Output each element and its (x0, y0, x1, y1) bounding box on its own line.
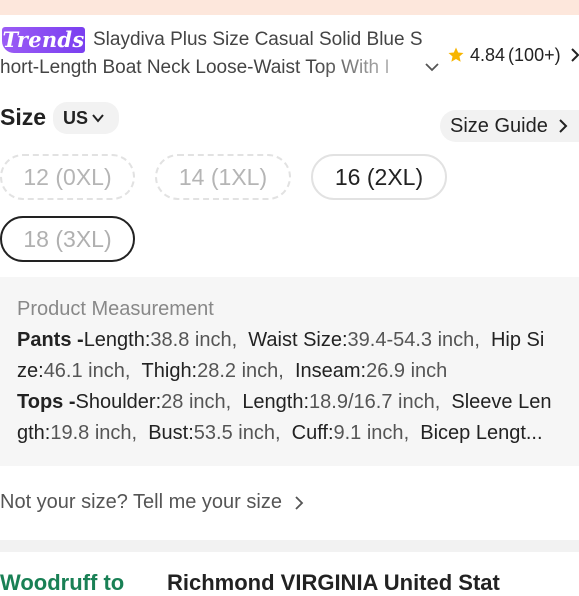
chevron-down-icon (92, 114, 104, 123)
size-option-18-3xl[interactable]: 18 (3XL) (0, 216, 135, 262)
measure-value: 18.9/16.7 inch (309, 391, 435, 413)
product-title-line-1: Slaydiva Plus Size Casual Solid Blue S (93, 29, 423, 50)
tops-label: Tops - (17, 391, 76, 413)
rating[interactable]: 4.84 (100+) (447, 44, 561, 66)
measure-key: Bicep Lengt... (420, 422, 543, 444)
measure-key: Sleeve Len (451, 391, 552, 413)
measure-key: Inseam: (294, 360, 367, 382)
measurement-line-4: gth:19.8 inch, Bust:53.5 inch, Cuff:9.1 … (17, 422, 543, 444)
measurement-line-3: Tops -Shoulder:28 inch, Length:18.9/16.7… (17, 391, 552, 413)
measure-value: 46.1 inch (43, 360, 125, 382)
chevron-right-icon (559, 119, 568, 133)
measure-key: Cuff: (291, 422, 334, 444)
measure-key: Thigh: (141, 360, 198, 382)
measurement-line-1: Pants -Length:38.8 inch, Waist Size:39.4… (17, 329, 545, 351)
measurement-title: Product Measurement (17, 298, 214, 320)
measure-key: Shoulder: (75, 391, 162, 413)
size-unit-value: US (63, 107, 89, 128)
section-divider (0, 540, 579, 552)
size-unit-select[interactable]: US (53, 102, 119, 134)
size-guide-label: Size Guide (450, 114, 548, 137)
measure-key: ze: (17, 360, 44, 382)
measurement-line-2: ze:46.1 inch, Thigh:28.2 inch, Inseam:26… (17, 360, 448, 382)
size-option-label: 18 (3XL) (23, 225, 112, 252)
measure-value: 53.5 inch (193, 422, 275, 444)
measure-value: 19.8 inch (50, 422, 132, 444)
size-guide-button[interactable]: Size Guide (440, 110, 579, 142)
measure-value: 38.8 inch (150, 329, 232, 351)
not-your-size-link[interactable]: Not your size? Tell me your size (0, 491, 304, 514)
measure-key: Waist Size: (248, 329, 348, 351)
measure-value: 26.9 inch (366, 360, 448, 382)
measure-key: Hip Si (490, 329, 545, 351)
size-option-label: 14 (1XL) (178, 163, 268, 190)
size-option-label: 12 (0XL) (23, 163, 112, 190)
pants-label: Pants - (17, 329, 84, 351)
size-label: Size (0, 104, 47, 130)
rating-score: 4.84 (470, 44, 506, 65)
top-banner-strip (0, 0, 579, 15)
measure-key: gth: (17, 422, 51, 444)
chevron-right-icon (295, 495, 304, 510)
star-icon (448, 47, 464, 62)
shipping-origin-cut: Woodruff to (0, 570, 125, 595)
measure-key: Bust: (148, 422, 194, 444)
size-option-16-2xl[interactable]: 16 (2XL) (311, 154, 447, 200)
expand-chevron-icon[interactable] (423, 58, 441, 76)
product-title-area[interactable]: Trends Slaydiva Plus Size Casual Solid B… (0, 26, 444, 82)
product-measurement-card: Product Measurement Pants -Length:38.8 i… (0, 277, 579, 466)
measure-key: Length: (242, 391, 310, 413)
measure-value: 39.4-54.3 inch (347, 329, 475, 351)
review-count: (100+) (508, 44, 561, 65)
product-title-line-2: hort-Length Boat Neck Loose-Waist Top Wi… (0, 57, 390, 78)
measure-value: 9.1 inch (333, 422, 404, 444)
chevron-right-icon[interactable] (568, 45, 579, 65)
measure-value: 28 inch (161, 391, 226, 413)
trends-badge: Trends (2, 27, 85, 53)
not-your-size-label: Not your size? Tell me your size (0, 491, 282, 513)
size-option-14-1xl[interactable]: 14 (1XL) (155, 154, 291, 200)
measure-value: 28.2 inch (197, 360, 279, 382)
size-option-label: 16 (2XL) (334, 163, 424, 190)
measure-key: Length: (83, 329, 151, 351)
size-option-12-0xl[interactable]: 12 (0XL) (0, 154, 135, 200)
shipping-destination-cut: Richmond VIRGINIA United Stat (167, 570, 500, 595)
